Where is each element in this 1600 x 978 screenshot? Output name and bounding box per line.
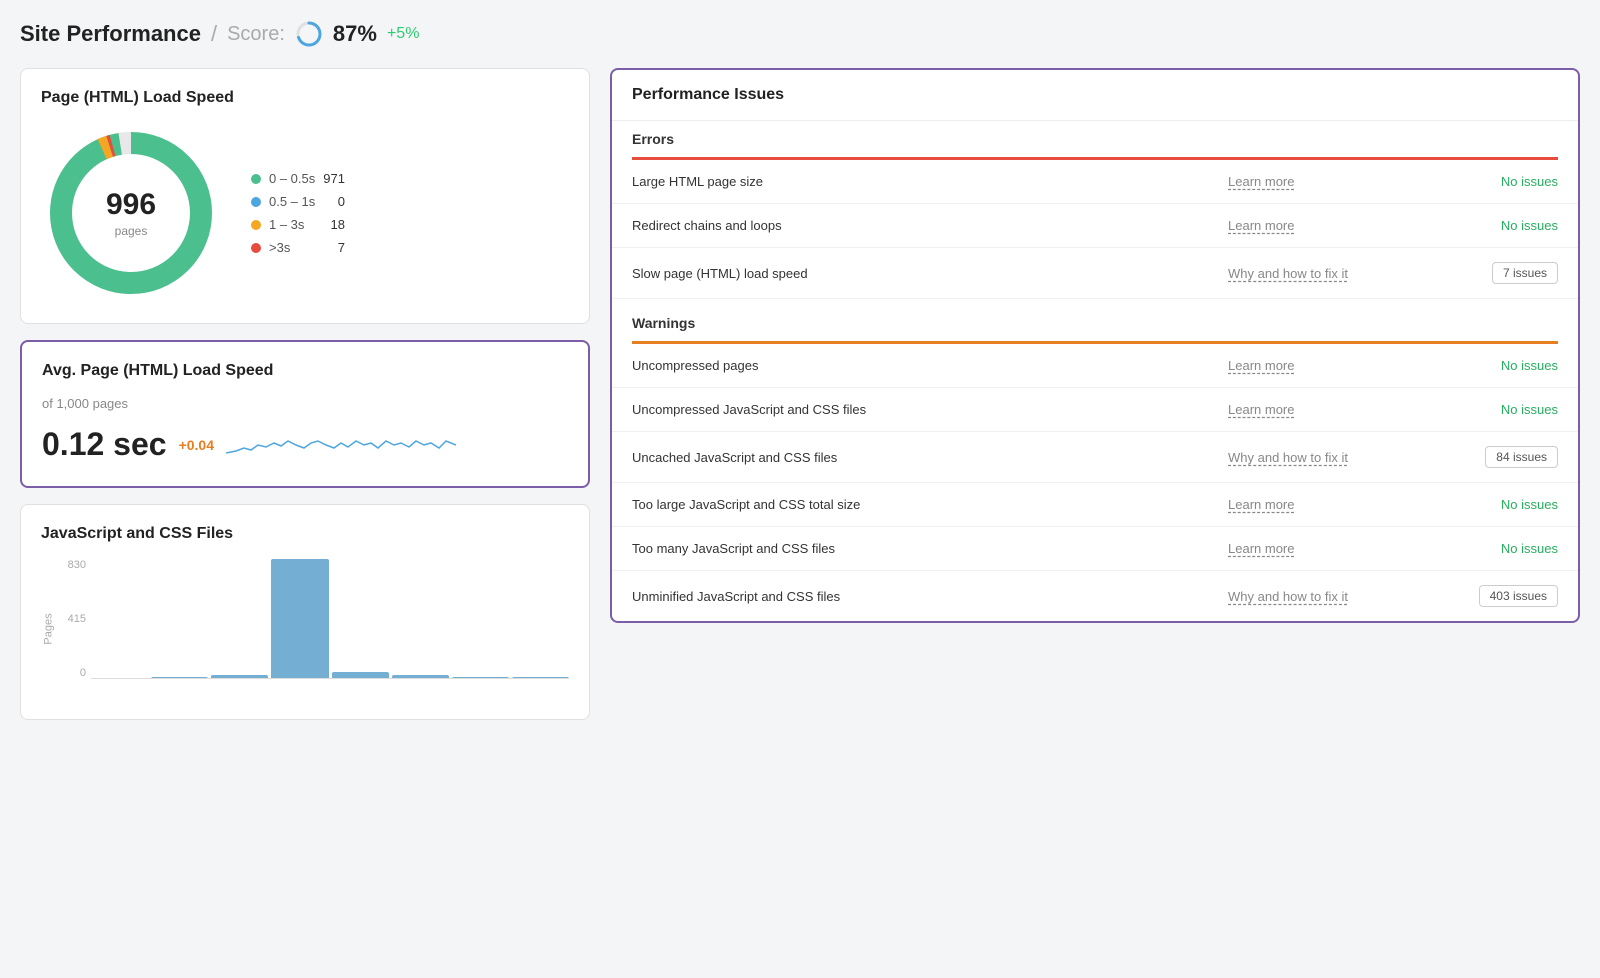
perf-row-6: Too large JavaScript and CSS total size … bbox=[612, 483, 1578, 527]
left-column: Page (HTML) Load Speed bbox=[20, 68, 590, 720]
load-speed-title: Page (HTML) Load Speed bbox=[41, 89, 569, 107]
y-label-0: 0 bbox=[51, 667, 86, 679]
legend-dot-1 bbox=[251, 197, 261, 207]
issue-name-2: Slow page (HTML) load speed bbox=[632, 266, 1218, 281]
main-layout: Page (HTML) Load Speed bbox=[20, 68, 1580, 720]
perf-row-7: Too many JavaScript and CSS files Learn … bbox=[612, 527, 1578, 571]
status-0: No issues bbox=[1418, 174, 1558, 189]
issue-count-2[interactable]: 7 issues bbox=[1492, 262, 1558, 284]
y-axis-labels: 830 415 0 bbox=[51, 559, 86, 679]
perf-row-0: Large HTML page size Learn more No issue… bbox=[612, 160, 1578, 204]
avg-load-speed-title: Avg. Page (HTML) Load Speed bbox=[42, 362, 568, 380]
legend-item-1: 0.5 – 1s 0 bbox=[251, 194, 345, 209]
header-divider: / bbox=[211, 21, 217, 47]
learn-more-link-0[interactable]: Learn more bbox=[1228, 174, 1408, 189]
legend-dot-3 bbox=[251, 243, 261, 253]
legend-value-3: 7 bbox=[338, 240, 345, 255]
avg-delta: +0.04 bbox=[179, 437, 214, 453]
legend-value-0: 971 bbox=[323, 171, 345, 186]
issue-name-6: Too large JavaScript and CSS total size bbox=[632, 497, 1218, 512]
donut-center: 996 pages bbox=[106, 188, 156, 238]
legend-item-2: 1 – 3s 18 bbox=[251, 217, 345, 232]
learn-more-link-1[interactable]: Learn more bbox=[1228, 218, 1408, 233]
score-value: 87% bbox=[333, 21, 377, 47]
legend-item-0: 0 – 0.5s 971 bbox=[251, 171, 345, 186]
issue-name-7: Too many JavaScript and CSS files bbox=[632, 541, 1218, 556]
status-4: No issues bbox=[1418, 402, 1558, 417]
status-1: No issues bbox=[1418, 218, 1558, 233]
performance-issues-panel: Performance Issues Errors Large HTML pag… bbox=[610, 68, 1580, 623]
donut-number: 996 bbox=[106, 188, 156, 222]
legend-label-0: 0 – 0.5s bbox=[269, 171, 315, 186]
fix-link-5[interactable]: Why and how to fix it bbox=[1228, 450, 1408, 465]
bar-chart-bars bbox=[91, 559, 569, 679]
bar-3 bbox=[271, 559, 328, 679]
y-axis-title: Pages bbox=[43, 613, 55, 644]
load-speed-card: Page (HTML) Load Speed bbox=[20, 68, 590, 324]
fix-link-8[interactable]: Why and how to fix it bbox=[1228, 589, 1408, 604]
legend-label-3: >3s bbox=[269, 240, 330, 255]
perf-row-5: Uncached JavaScript and CSS files Why an… bbox=[612, 432, 1578, 483]
perf-row-8: Unminified JavaScript and CSS files Why … bbox=[612, 571, 1578, 621]
legend-dot-2 bbox=[251, 220, 261, 230]
status-3: No issues bbox=[1418, 358, 1558, 373]
chart-legend: 0 – 0.5s 971 0.5 – 1s 0 1 – 3s 18 bbox=[251, 171, 345, 255]
avg-load-speed-card: Avg. Page (HTML) Load Speed of 1,000 pag… bbox=[20, 340, 590, 488]
legend-dot-0 bbox=[251, 174, 261, 184]
legend-value-2: 18 bbox=[331, 217, 345, 232]
donut-chart: 996 pages bbox=[41, 123, 221, 303]
learn-more-link-4[interactable]: Learn more bbox=[1228, 402, 1408, 417]
status-6: No issues bbox=[1418, 497, 1558, 512]
issue-name-4: Uncompressed JavaScript and CSS files bbox=[632, 402, 1218, 417]
issue-count-5[interactable]: 84 issues bbox=[1485, 446, 1558, 468]
perf-row-2: Slow page (HTML) load speed Why and how … bbox=[612, 248, 1578, 299]
y-label-2: 830 bbox=[51, 559, 86, 571]
status-badge-5: 84 issues bbox=[1418, 446, 1558, 468]
learn-more-link-7[interactable]: Learn more bbox=[1228, 541, 1408, 556]
sparkline-wrap bbox=[226, 423, 568, 466]
avg-subtitle: of 1,000 pages bbox=[42, 396, 568, 411]
legend-value-1: 0 bbox=[338, 194, 345, 209]
learn-more-link-3[interactable]: Learn more bbox=[1228, 358, 1408, 373]
score-delta: +5% bbox=[387, 25, 419, 43]
sparkline-svg bbox=[226, 423, 456, 463]
bar-chart-area: 830 415 0 Pages bbox=[51, 559, 569, 699]
perf-row-4: Uncompressed JavaScript and CSS files Le… bbox=[612, 388, 1578, 432]
section-header-errors: Errors bbox=[612, 121, 1578, 157]
section-warnings-label: Warnings bbox=[632, 315, 695, 331]
issue-name-5: Uncached JavaScript and CSS files bbox=[632, 450, 1218, 465]
perf-row-3: Uncompressed pages Learn more No issues bbox=[612, 344, 1578, 388]
page-header: Site Performance / Score: 87% +5% bbox=[20, 20, 1580, 48]
section-header-warnings: Warnings bbox=[612, 305, 1578, 341]
fix-link-2[interactable]: Why and how to fix it bbox=[1228, 266, 1408, 281]
issue-name-0: Large HTML page size bbox=[632, 174, 1218, 189]
issue-name-1: Redirect chains and loops bbox=[632, 218, 1218, 233]
js-css-title: JavaScript and CSS Files bbox=[41, 525, 569, 543]
y-label-1: 415 bbox=[51, 613, 86, 625]
legend-item-3: >3s 7 bbox=[251, 240, 345, 255]
learn-more-link-6[interactable]: Learn more bbox=[1228, 497, 1408, 512]
legend-label-1: 0.5 – 1s bbox=[269, 194, 330, 209]
status-badge-2: 7 issues bbox=[1418, 262, 1558, 284]
js-css-card: JavaScript and CSS Files 830 415 0 Pages bbox=[20, 504, 590, 720]
score-circle-icon bbox=[295, 20, 323, 48]
legend-label-2: 1 – 3s bbox=[269, 217, 323, 232]
status-badge-8: 403 issues bbox=[1418, 585, 1558, 607]
section-errors-label: Errors bbox=[632, 131, 674, 147]
issue-name-8: Unminified JavaScript and CSS files bbox=[632, 589, 1218, 604]
issue-name-3: Uncompressed pages bbox=[632, 358, 1218, 373]
issue-count-8[interactable]: 403 issues bbox=[1479, 585, 1558, 607]
bar-chart-container: 830 415 0 Pages bbox=[41, 559, 569, 699]
avg-value-row: 0.12 sec +0.04 bbox=[42, 423, 568, 466]
bar-baseline bbox=[91, 678, 569, 679]
page-title: Site Performance bbox=[20, 21, 201, 47]
donut-container: 996 pages 0 – 0.5s 971 0.5 – 1s 0 bbox=[41, 123, 569, 303]
donut-sublabel: pages bbox=[115, 224, 148, 238]
avg-value: 0.12 sec bbox=[42, 426, 167, 463]
score-label: Score: bbox=[227, 23, 285, 46]
perf-row-1: Redirect chains and loops Learn more No … bbox=[612, 204, 1578, 248]
perf-panel-header: Performance Issues bbox=[612, 70, 1578, 121]
perf-panel-title: Performance Issues bbox=[632, 86, 784, 103]
status-7: No issues bbox=[1418, 541, 1558, 556]
